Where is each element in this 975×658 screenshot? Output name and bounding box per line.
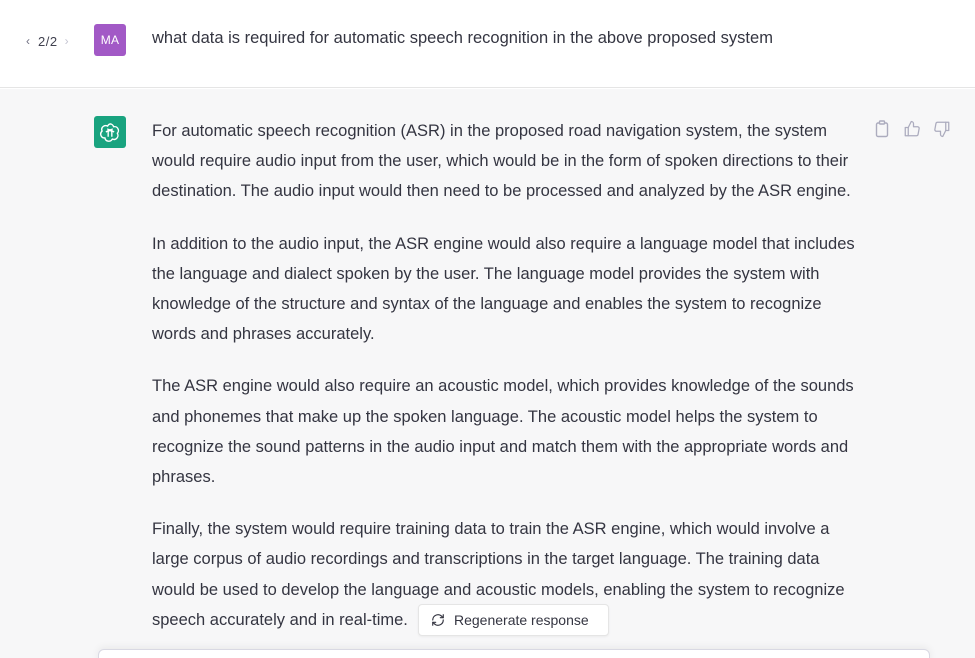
regenerate-button[interactable]: Regenerate response (418, 604, 609, 636)
pager-count: 2/2 (38, 33, 58, 49)
thumbs-up-icon[interactable] (902, 119, 921, 138)
refresh-icon (431, 613, 445, 627)
user-message-text: what data is required for automatic spee… (152, 29, 773, 47)
assistant-message-row: For automatic speech recognition (ASR) i… (0, 89, 975, 658)
regenerate-label: Regenerate response (454, 612, 589, 628)
user-message-row: ‹ 2/2 › MA what data is required for aut… (0, 0, 975, 88)
thumbs-down-icon[interactable] (932, 119, 951, 138)
message-input-box[interactable] (98, 649, 930, 658)
chevron-left-icon[interactable]: ‹ (23, 34, 33, 48)
user-initials: MA (100, 33, 120, 47)
user-avatar: MA (94, 24, 126, 56)
openai-logo-icon (94, 116, 126, 148)
assistant-paragraph: In addition to the audio input, the ASR … (152, 234, 855, 344)
message-actions (872, 119, 951, 138)
assistant-paragraph: For automatic speech recognition (ASR) i… (152, 122, 851, 201)
assistant-message-text: For automatic speech recognition (ASR) i… (152, 116, 864, 657)
assistant-paragraph: The ASR engine would also require an aco… (152, 377, 854, 487)
response-pager: ‹ 2/2 › (23, 32, 72, 50)
chevron-right-icon[interactable]: › (62, 34, 72, 48)
copy-icon[interactable] (872, 119, 891, 138)
